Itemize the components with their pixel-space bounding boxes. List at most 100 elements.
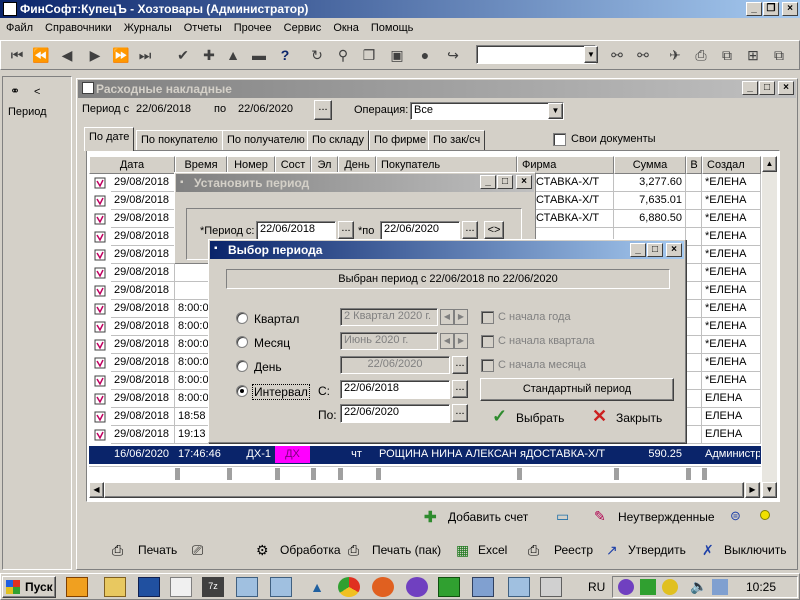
- ytd-label[interactable]: С начала года: [498, 311, 571, 323]
- unconfirmed-icon[interactable]: ✎: [594, 508, 606, 525]
- unconfirmed-button[interactable]: Неутвержденные: [618, 510, 715, 524]
- left-panel-period-label[interactable]: Период: [8, 106, 47, 118]
- tray-viber-icon[interactable]: [618, 579, 634, 595]
- approve-icon[interactable]: ↗: [606, 540, 618, 560]
- choose-period-maximize[interactable]: □: [647, 243, 663, 257]
- approve-button[interactable]: Утвердить: [628, 540, 686, 560]
- disable-button[interactable]: Выключить: [724, 540, 786, 560]
- app-close-button[interactable]: ×: [782, 2, 798, 16]
- process-icon[interactable]: ⚙: [256, 540, 269, 560]
- ytd-checkbox[interactable]: [481, 311, 494, 324]
- app-task7-icon[interactable]: [540, 577, 562, 597]
- quarter-spin-right[interactable]: ▶: [454, 309, 468, 325]
- process-button[interactable]: Обработка: [280, 540, 341, 560]
- table-row-selected[interactable]: 16/06/2020 17:46:46 ДХ-1 ДХ чт РОЩИНА НИ…: [89, 446, 761, 464]
- col-date[interactable]: Дата: [89, 156, 175, 174]
- office-icon[interactable]: [138, 577, 160, 597]
- prev-page-icon[interactable]: ⏪: [30, 44, 52, 66]
- doc-minimize-button[interactable]: _: [742, 81, 758, 95]
- set-period-from-pick[interactable]: ...: [338, 221, 354, 239]
- next-record-icon[interactable]: ▶: [84, 44, 106, 66]
- close-button[interactable]: Закрыть: [616, 411, 662, 425]
- col-sum[interactable]: Сумма: [614, 156, 686, 174]
- choose-period-close[interactable]: ×: [666, 243, 682, 257]
- tab-by-firm[interactable]: По фирме: [369, 130, 432, 150]
- app-task1-icon[interactable]: [236, 577, 258, 597]
- set-period-close[interactable]: ×: [516, 175, 532, 189]
- add-icon[interactable]: ✚: [198, 44, 220, 66]
- binoculars-next-icon[interactable]: ⚯: [632, 44, 654, 66]
- hscroll-right[interactable]: ▶: [745, 482, 760, 498]
- language-indicator[interactable]: RU: [588, 580, 605, 594]
- batch-print-icon[interactable]: ⎙: [348, 540, 359, 560]
- print-setup-icon[interactable]: ⎚: [192, 540, 203, 560]
- next-page-icon[interactable]: ⏩: [110, 44, 132, 66]
- set-period-to-input[interactable]: 22/06/2020: [380, 221, 460, 240]
- menu-reports[interactable]: Отчеты: [178, 18, 228, 38]
- export-icon[interactable]: ⎙: [690, 44, 712, 66]
- app-task2-icon[interactable]: [270, 577, 292, 597]
- media-player-icon[interactable]: [66, 577, 88, 597]
- explorer-icon[interactable]: [104, 577, 126, 597]
- month-label[interactable]: Месяц: [254, 336, 290, 350]
- firefox-icon[interactable]: [372, 577, 394, 597]
- set-period-from-input[interactable]: 22/06/2018: [256, 221, 336, 240]
- record-icon[interactable]: ●: [414, 44, 436, 66]
- interval-from-input[interactable]: 22/06/2018: [340, 380, 450, 399]
- close-x-icon[interactable]: ✕: [592, 406, 607, 427]
- binoculars-icon[interactable]: ⚯: [606, 44, 628, 66]
- up-icon[interactable]: ▲: [222, 44, 244, 66]
- set-period-minimize[interactable]: _: [480, 175, 496, 189]
- registry-button[interactable]: Реестр: [554, 540, 593, 560]
- toolbar-search-input[interactable]: [476, 45, 596, 64]
- refresh-circle-icon[interactable]: ⊜: [730, 508, 741, 524]
- app-task4-icon[interactable]: [438, 577, 460, 597]
- paste-icon[interactable]: ▣: [386, 44, 408, 66]
- batch-print-button[interactable]: Печать (пак): [372, 540, 441, 560]
- day-pick-button[interactable]: ...: [452, 356, 468, 374]
- quarter-spin-left[interactable]: ◀: [440, 309, 454, 325]
- search-icon[interactable]: ⚲: [332, 44, 354, 66]
- hscroll-left[interactable]: ◀: [89, 482, 104, 498]
- mtd-label[interactable]: С начала месяца: [498, 359, 586, 371]
- month-spin-right[interactable]: ▶: [454, 333, 468, 349]
- app-minimize-button[interactable]: _: [746, 2, 762, 16]
- registry-icon[interactable]: ⎙: [528, 540, 539, 560]
- doc-maximize-button[interactable]: □: [759, 81, 775, 95]
- grid-vscroll-track[interactable]: [762, 172, 777, 482]
- choose-period-minimize[interactable]: _: [630, 243, 646, 257]
- radio-month[interactable]: [236, 336, 248, 348]
- doc-close-button[interactable]: ×: [778, 81, 794, 95]
- window-cascade-icon[interactable]: ⧉: [716, 44, 738, 66]
- disable-icon[interactable]: ✗: [702, 540, 714, 560]
- radio-day[interactable]: [236, 360, 248, 372]
- interval-to-input[interactable]: 22/06/2020: [340, 404, 450, 423]
- quarter-input[interactable]: 2 Квартал 2020 г.: [340, 308, 438, 326]
- menu-journals[interactable]: Журналы: [118, 18, 178, 38]
- hscroll-thumb[interactable]: [104, 482, 744, 498]
- select-check-icon[interactable]: ✓: [492, 406, 507, 427]
- day-label[interactable]: День: [254, 360, 282, 374]
- print-icon[interactable]: ⎙: [112, 540, 123, 560]
- book-icon[interactable]: ▭: [556, 508, 569, 525]
- day-input[interactable]: 22/06/2020: [340, 356, 450, 374]
- own-docs-checkbox[interactable]: [553, 133, 566, 146]
- interval-to-pick[interactable]: ...: [452, 404, 468, 422]
- left-panel-collapse-icon[interactable]: <: [34, 86, 40, 98]
- excel-button[interactable]: Excel: [478, 540, 507, 560]
- menu-file[interactable]: Файл: [0, 18, 39, 38]
- grid-scroll-up[interactable]: ▲: [762, 156, 777, 172]
- app-task5-icon[interactable]: [472, 577, 494, 597]
- operation-select[interactable]: Все: [410, 102, 564, 120]
- qtd-checkbox[interactable]: [481, 335, 494, 348]
- radio-quarter[interactable]: [236, 312, 248, 324]
- col-creator[interactable]: Создал: [702, 156, 761, 174]
- refresh-icon[interactable]: ↻: [306, 44, 328, 66]
- forward-icon[interactable]: ↪: [442, 44, 464, 66]
- tab-by-date[interactable]: По дате: [84, 127, 135, 151]
- window-tile-icon[interactable]: ⊞: [742, 44, 764, 66]
- col-v[interactable]: В: [686, 156, 702, 174]
- month-input[interactable]: Июнь 2020 г.: [340, 332, 438, 350]
- tray-shield-icon[interactable]: [640, 579, 656, 595]
- menu-other[interactable]: Прочее: [228, 18, 278, 38]
